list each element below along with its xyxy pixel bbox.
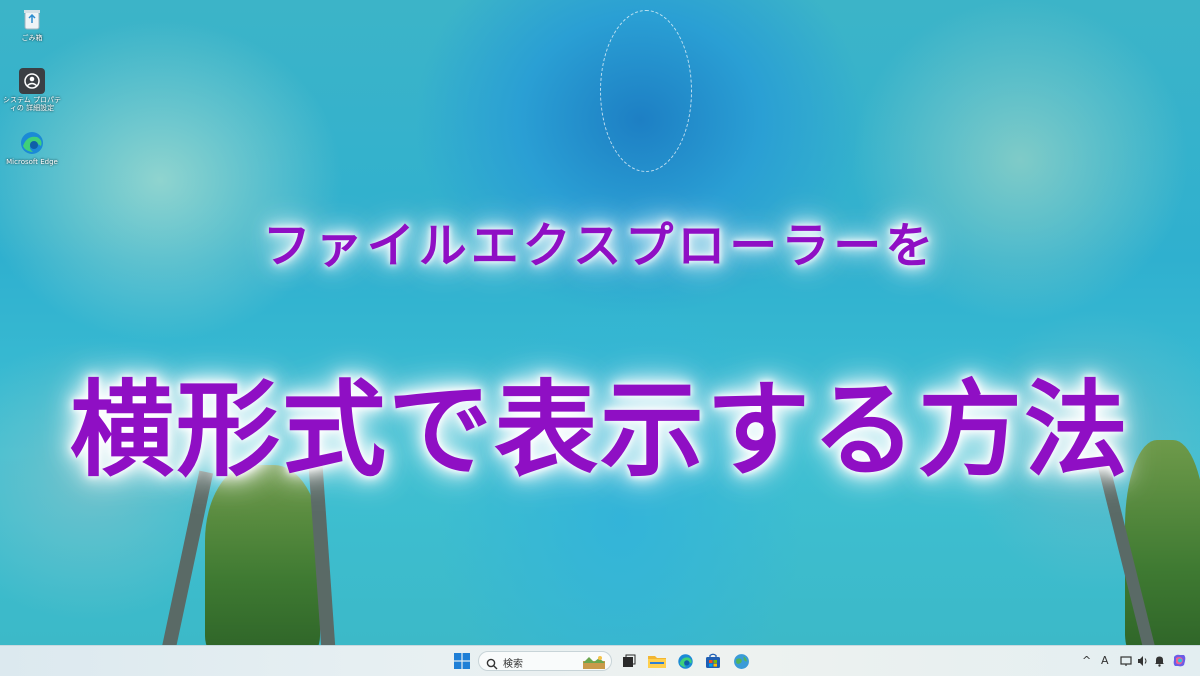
volume-icon[interactable] <box>1137 655 1149 670</box>
desktop-wallpaper <box>0 0 1200 645</box>
desktop-icon-label: ごみ箱 <box>21 34 43 42</box>
task-view-icon[interactable] <box>620 652 638 670</box>
wave-ripple <box>600 10 692 172</box>
edge-icon <box>19 130 45 156</box>
title-line-1: ファイルエクスプローラーを <box>262 218 938 274</box>
title-line-2: 横形式で表示する方法 <box>69 369 1130 491</box>
desktop-icon-system-properties[interactable]: システム プロパティの 詳細設定 <box>2 68 62 112</box>
copilot-icon[interactable] <box>1172 653 1187 671</box>
desktop-icon-label: システム プロパティの 詳細設定 <box>2 96 61 112</box>
file-explorer-icon[interactable] <box>648 652 666 670</box>
search-icon <box>486 655 498 674</box>
windows-start-icon[interactable] <box>453 652 471 670</box>
network-icon[interactable] <box>1120 655 1132 670</box>
desktop-icon-edge[interactable]: Microsoft Edge <box>2 130 62 166</box>
taskbar-search[interactable]: 検索 <box>478 651 612 671</box>
globe-app-icon[interactable] <box>732 652 750 670</box>
desktop-icon-recycle-bin[interactable]: ごみ箱 <box>2 6 62 42</box>
widget-landscape-icon <box>583 654 605 673</box>
recycle-bin-icon <box>19 6 45 32</box>
notification-bell-icon[interactable] <box>1154 655 1165 670</box>
desktop-icon-label: Microsoft Edge <box>6 158 58 166</box>
search-label: 検索 <box>503 659 523 670</box>
tray-overflow-chevron[interactable]: ^ <box>1082 654 1091 667</box>
taskbar: 検索 ^ A <box>0 645 1200 676</box>
ime-indicator[interactable]: A <box>1101 654 1109 667</box>
edge-icon[interactable] <box>676 652 694 670</box>
system-properties-icon <box>19 68 45 94</box>
microsoft-store-icon[interactable] <box>704 652 722 670</box>
